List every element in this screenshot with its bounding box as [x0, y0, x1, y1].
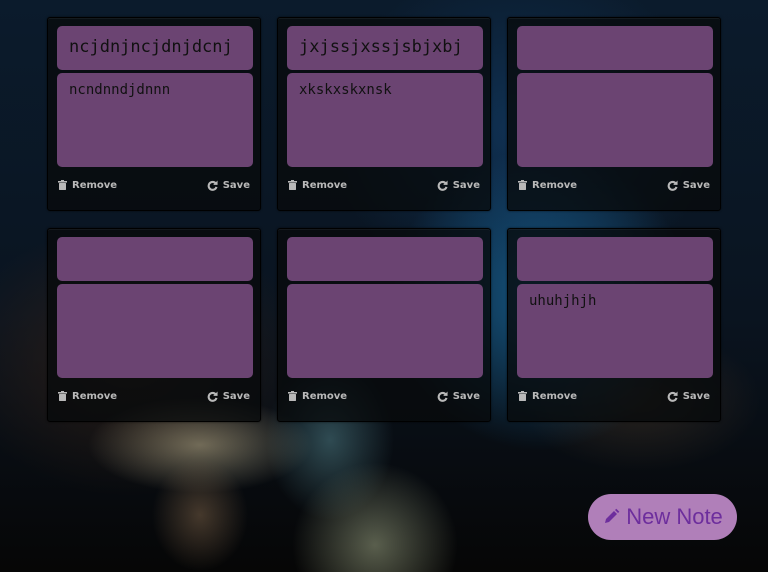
remove-button[interactable]: Remove	[288, 389, 347, 403]
save-button[interactable]: Save	[207, 178, 250, 192]
remove-label: Remove	[302, 179, 348, 191]
note-title-field[interactable]	[517, 26, 713, 70]
note-body-field[interactable]: ncndnndjdnnn	[57, 73, 253, 167]
note-card: Remove Save	[507, 17, 721, 211]
save-label: Save	[222, 179, 250, 191]
note-body-field[interactable]: uhuhjhjh	[517, 284, 713, 378]
save-button[interactable]: Save	[667, 178, 710, 192]
note-title-field[interactable]	[517, 237, 713, 281]
save-label: Save	[452, 179, 480, 191]
note-card: Remove Save	[47, 228, 261, 422]
note-card: Remove Save	[277, 228, 491, 422]
remove-button[interactable]: Remove	[518, 389, 577, 403]
note-title-field[interactable]	[57, 237, 253, 281]
note-title-field[interactable]	[287, 237, 483, 281]
note-body-field[interactable]	[57, 284, 253, 378]
note-title-field[interactable]: jxjssjxssjsbjxbj	[287, 26, 483, 70]
remove-button[interactable]: Remove	[58, 389, 117, 403]
refresh-icon	[207, 179, 218, 191]
trash-icon	[288, 180, 297, 190]
refresh-icon	[207, 390, 218, 402]
save-button[interactable]: Save	[207, 389, 250, 403]
save-label: Save	[222, 390, 250, 402]
new-note-label: New Note	[626, 504, 723, 529]
trash-icon	[58, 391, 67, 401]
note-card: jxjssjxssjsbjxbj xkskxskxnsk Remove Save	[277, 17, 491, 211]
new-note-button[interactable]: New Note	[588, 494, 737, 540]
save-label: Save	[452, 390, 480, 402]
trash-icon	[518, 391, 527, 401]
remove-label: Remove	[532, 179, 578, 191]
refresh-icon	[667, 179, 678, 191]
note-card: ncjdnjncjdnjdcnj ncndnndjdnnn Remove Sav…	[47, 17, 261, 211]
trash-icon	[58, 180, 67, 190]
remove-button[interactable]: Remove	[518, 178, 577, 192]
note-body-field[interactable]	[517, 73, 713, 167]
remove-label: Remove	[302, 390, 348, 402]
remove-label: Remove	[72, 179, 118, 191]
save-label: Save	[682, 390, 710, 402]
remove-button[interactable]: Remove	[58, 178, 117, 192]
notes-grid: ncjdnjncjdnjdcnj ncndnndjdnnn Remove Sav…	[0, 0, 768, 572]
trash-icon	[518, 180, 527, 190]
refresh-icon	[437, 390, 448, 402]
note-body-field[interactable]: xkskxskxnsk	[287, 73, 483, 167]
save-button[interactable]: Save	[437, 389, 480, 403]
note-card: uhuhjhjh Remove Save	[507, 228, 721, 422]
refresh-icon	[667, 390, 678, 402]
note-body-field[interactable]	[287, 284, 483, 378]
remove-label: Remove	[532, 390, 578, 402]
remove-label: Remove	[72, 390, 118, 402]
trash-icon	[288, 391, 297, 401]
refresh-icon	[437, 179, 448, 191]
save-button[interactable]: Save	[437, 178, 480, 192]
note-title-field[interactable]: ncjdnjncjdnjdcnj	[57, 26, 253, 70]
remove-button[interactable]: Remove	[288, 178, 347, 192]
pencil-icon	[605, 508, 620, 523]
save-label: Save	[682, 179, 710, 191]
save-button[interactable]: Save	[667, 389, 710, 403]
